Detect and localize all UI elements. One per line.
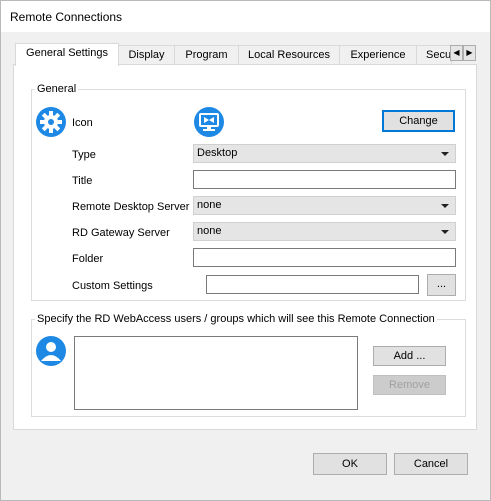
general-settings-panel: General Icon Change Type Desktop Title R… [13, 64, 477, 430]
tab-scroll-right-button[interactable]: ▶ [463, 45, 476, 61]
remote-connections-dialog: Remote Connections General Settings Disp… [0, 0, 491, 501]
rd-gateway-server-label: RD Gateway Server [72, 227, 170, 239]
title-bar[interactable]: Remote Connections [1, 1, 490, 32]
tab-scroll-left-button[interactable]: ◀ [450, 45, 463, 61]
tab-label: Secu [426, 49, 452, 61]
tab-program[interactable]: Program [174, 45, 239, 65]
tab-display[interactable]: Display [118, 45, 175, 65]
tab-local-resources[interactable]: Local Resources [238, 45, 340, 65]
browse-button-label: ... [436, 278, 447, 290]
user-icon [36, 336, 66, 366]
tab-general-settings[interactable]: General Settings [15, 43, 119, 66]
tab-label: Program [185, 49, 228, 61]
remote-desktop-server-label: Remote Desktop Server [72, 201, 190, 213]
cancel-button[interactable]: Cancel [394, 453, 468, 475]
rd-gateway-server-value: none [197, 225, 222, 237]
tab-label: Experience [350, 49, 406, 61]
add-button-label: Add ... [393, 350, 426, 362]
remote-desktop-server-value: none [197, 199, 222, 211]
ok-button[interactable]: OK [313, 453, 387, 475]
chevron-down-icon [441, 152, 449, 156]
title-label: Title [72, 175, 93, 187]
window-title: Remote Connections [10, 10, 123, 24]
remove-button-label: Remove [389, 379, 430, 391]
tab-experience[interactable]: Experience [339, 45, 417, 65]
icon-label: Icon [72, 117, 93, 129]
chevron-down-icon [441, 204, 449, 208]
chevron-right-icon: ▶ [466, 48, 473, 57]
type-select[interactable]: Desktop [193, 144, 456, 163]
remote-desktop-icon [194, 107, 224, 137]
change-icon-button[interactable]: Change [382, 110, 455, 132]
folder-label: Folder [72, 253, 104, 265]
rd-gateway-server-select[interactable]: none [193, 222, 456, 241]
type-select-value: Desktop [197, 147, 238, 159]
tab-strip: General Settings Display Program Local R… [15, 43, 477, 66]
tab-security[interactable]: Secu [416, 45, 452, 65]
settings-gear-icon [36, 107, 66, 137]
webaccess-users-list[interactable] [74, 336, 358, 410]
webaccess-group-legend: Specify the RD WebAccess users / groups … [37, 313, 435, 325]
title-input[interactable] [193, 170, 456, 189]
ok-button-label: OK [342, 458, 358, 470]
custom-settings-input[interactable] [206, 275, 419, 294]
tab-label: Local Resources [248, 49, 330, 61]
remove-user-button: Remove [373, 375, 446, 395]
change-button-label: Change [399, 115, 438, 127]
tab-label: General Settings [26, 47, 108, 59]
general-group-legend: General [37, 83, 77, 95]
add-user-button[interactable]: Add ... [373, 346, 446, 366]
tab-label: Display [128, 49, 165, 61]
cancel-button-label: Cancel [413, 458, 449, 470]
custom-settings-label: Custom Settings [72, 280, 153, 292]
custom-settings-browse-button[interactable]: ... [427, 274, 456, 296]
chevron-left-icon: ◀ [453, 48, 460, 57]
remote-desktop-server-select[interactable]: none [193, 196, 456, 215]
folder-input[interactable] [193, 248, 456, 267]
chevron-down-icon [441, 230, 449, 234]
type-label: Type [72, 149, 96, 161]
